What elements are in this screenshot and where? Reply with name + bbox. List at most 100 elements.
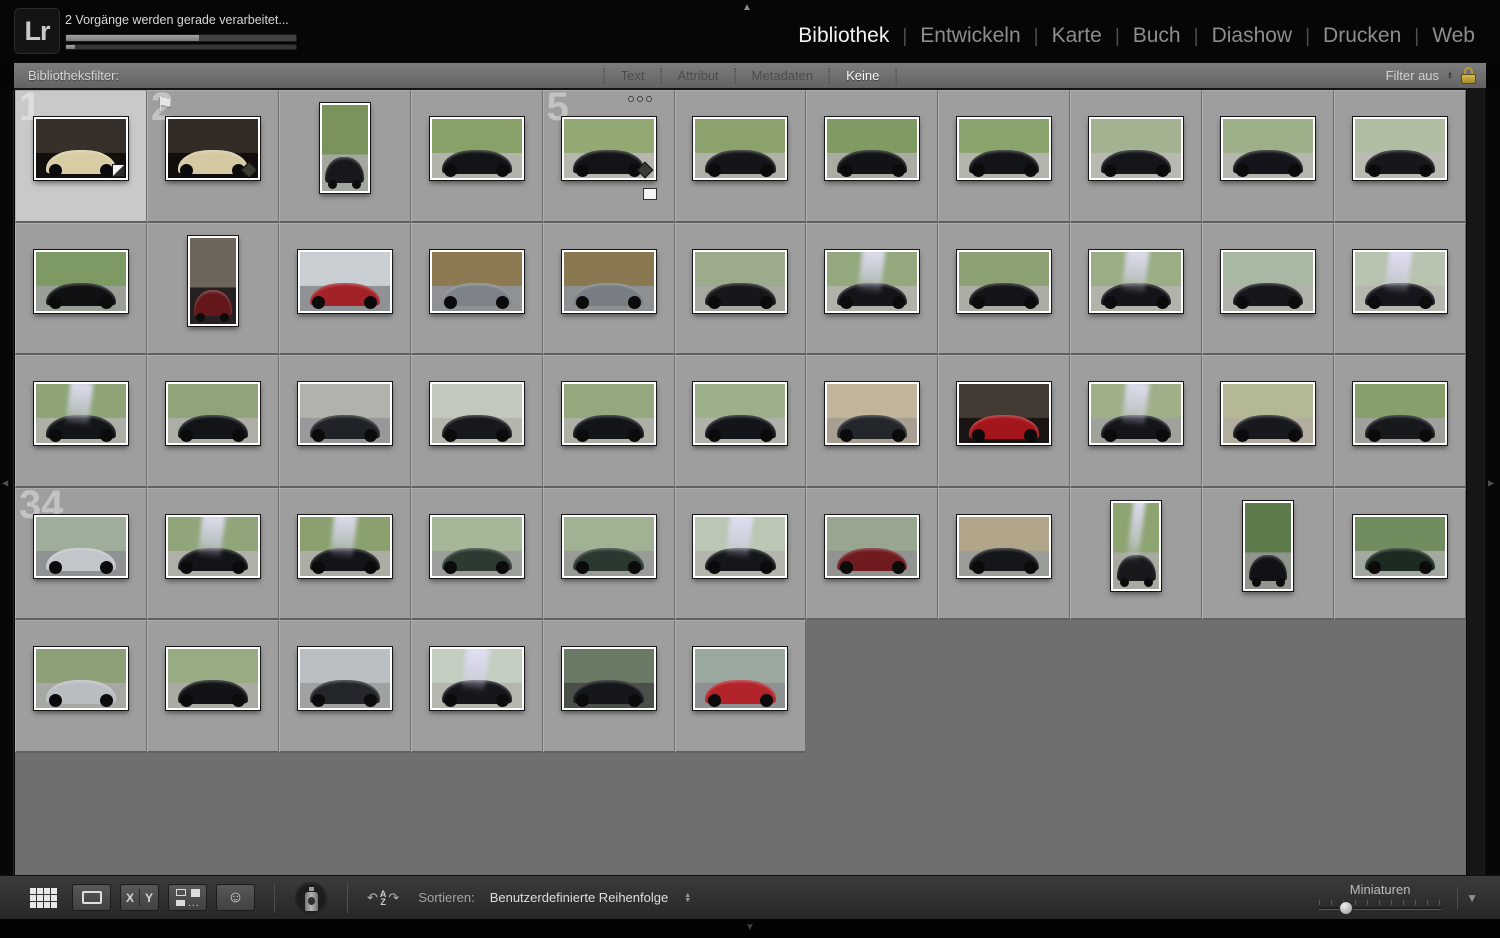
photo-cell[interactable] <box>938 355 1070 488</box>
people-view-icon: ☺ <box>227 890 243 906</box>
grid-view-button[interactable] <box>24 884 63 911</box>
module-diashow[interactable]: Diashow <box>1199 24 1306 48</box>
photo-cell[interactable] <box>938 223 1070 356</box>
photo-cell[interactable] <box>279 90 411 223</box>
photo-cell[interactable] <box>806 223 938 356</box>
photo-cell[interactable] <box>1070 90 1202 223</box>
photo-cell[interactable] <box>543 355 675 488</box>
slider-track[interactable] <box>1319 907 1441 910</box>
pick-flag-icon[interactable]: ⚑ <box>156 92 174 117</box>
toolbar-divider <box>347 883 348 913</box>
photo-cell[interactable] <box>1202 223 1334 356</box>
photo-cell[interactable] <box>938 90 1070 223</box>
grid-scrollbar-track[interactable] <box>1466 90 1484 875</box>
wheel-shape <box>100 429 113 442</box>
photo-cell[interactable]: 1 <box>15 90 147 223</box>
module-karte[interactable]: Karte <box>1039 24 1115 48</box>
photo-cell[interactable] <box>675 223 807 356</box>
photo-cell[interactable] <box>147 223 279 356</box>
survey-view-button[interactable]: ... <box>168 884 207 911</box>
photo-cell[interactable] <box>1070 223 1202 356</box>
module-entwickeln[interactable]: Entwickeln <box>907 24 1033 48</box>
collapse-top-panel-arrow-icon[interactable]: ▲ <box>742 2 752 13</box>
wheel-shape <box>892 296 905 309</box>
people-view-button[interactable]: ☺ <box>216 884 255 911</box>
photo-cell[interactable] <box>15 355 147 488</box>
wheel-shape <box>232 694 245 707</box>
photo-cell[interactable] <box>1202 488 1334 621</box>
photo-cell[interactable] <box>147 488 279 621</box>
toolbar-options-chevron-icon[interactable]: ▼ <box>1457 887 1486 909</box>
photo-image <box>322 105 368 191</box>
photo-thumbnail <box>430 382 524 445</box>
photo-cell[interactable] <box>1334 90 1466 223</box>
photo-cell[interactable] <box>1334 223 1466 356</box>
sort-direction-button[interactable]: ↶ AZ ↷ <box>367 890 399 906</box>
module-bibliothek[interactable]: Bibliothek <box>785 24 902 48</box>
photo-cell[interactable] <box>411 620 543 753</box>
filter-lock-icon[interactable] <box>1461 67 1476 84</box>
expand-right-panel-arrow-icon[interactable]: ▶ <box>1488 478 1494 487</box>
filter-preset-dropdown-arrows-icon[interactable]: ▲▼ <box>1447 72 1453 80</box>
photo-cell[interactable] <box>938 488 1070 621</box>
wheel-shape <box>1104 429 1117 442</box>
photo-cell[interactable] <box>1202 355 1334 488</box>
photo-cell[interactable] <box>806 488 938 621</box>
compare-view-button[interactable]: XY <box>120 884 159 911</box>
photo-cell[interactable] <box>1334 355 1466 488</box>
photo-cell[interactable] <box>675 620 807 753</box>
stack-dots-icon[interactable] <box>628 96 652 102</box>
filter-tab-metadaten[interactable]: Metadaten <box>736 68 829 83</box>
metadata-square-badge-icon[interactable] <box>643 188 657 200</box>
module-web[interactable]: Web <box>1419 24 1488 48</box>
slider-knob[interactable] <box>1339 901 1353 915</box>
photo-cell[interactable]: 2⚑ <box>147 90 279 223</box>
filter-tab-text[interactable]: Text <box>605 68 661 83</box>
photo-cell[interactable] <box>543 223 675 356</box>
module-drucken[interactable]: Drucken <box>1310 24 1414 48</box>
photo-cell[interactable] <box>15 620 147 753</box>
module-buch[interactable]: Buch <box>1120 24 1194 48</box>
photo-cell[interactable] <box>147 620 279 753</box>
left-panel-collapsed-strip[interactable]: ◀ <box>0 90 14 875</box>
painter-tool-button[interactable] <box>294 881 328 915</box>
photo-cell[interactable] <box>1070 488 1202 621</box>
photo-cell[interactable] <box>279 488 411 621</box>
photo-cell[interactable] <box>15 223 147 356</box>
photo-cell[interactable] <box>675 355 807 488</box>
photo-cell[interactable] <box>411 488 543 621</box>
photo-cell[interactable] <box>1334 488 1466 621</box>
right-panel-collapsed-strip[interactable]: ▶ <box>1484 90 1500 875</box>
filter-preset-dropdown[interactable]: Filter aus <box>1386 68 1439 83</box>
photo-cell[interactable] <box>279 223 411 356</box>
photo-cell[interactable] <box>279 355 411 488</box>
wheel-shape <box>312 429 325 442</box>
photo-cell[interactable] <box>806 355 938 488</box>
photo-cell[interactable] <box>1070 355 1202 488</box>
photo-cell[interactable] <box>543 488 675 621</box>
develop-adjustment-badge-icon[interactable] <box>112 164 125 177</box>
photo-cell[interactable]: 34 <box>15 488 147 621</box>
photo-image <box>300 384 390 443</box>
photo-cell[interactable] <box>1202 90 1334 223</box>
photo-cell[interactable] <box>675 488 807 621</box>
expand-bottom-panel-arrow-icon[interactable]: ▼ <box>745 922 755 933</box>
photo-cell[interactable] <box>411 90 543 223</box>
filter-tab-attribut[interactable]: Attribut <box>661 68 734 83</box>
photo-cell[interactable]: 5 <box>543 90 675 223</box>
photo-cell[interactable] <box>543 620 675 753</box>
wheel-shape <box>840 561 853 574</box>
filter-tab-keine[interactable]: Keine <box>830 68 895 83</box>
sort-dropdown-arrows-icon[interactable]: ▲▼ <box>684 893 691 903</box>
thumbnail-size-slider[interactable] <box>1319 900 1441 914</box>
photo-cell[interactable] <box>147 355 279 488</box>
sort-order-dropdown[interactable]: Benutzerdefinierte Reihenfolge <box>490 890 669 905</box>
photo-cell[interactable] <box>411 355 543 488</box>
photo-cell[interactable] <box>279 620 411 753</box>
photo-cell[interactable] <box>806 90 938 223</box>
expand-left-panel-arrow-icon[interactable]: ◀ <box>2 478 8 487</box>
loupe-view-button[interactable] <box>72 884 111 911</box>
photo-cell[interactable] <box>411 223 543 356</box>
bottom-panel-collapsed-strip[interactable]: ▼ <box>0 919 1500 938</box>
photo-cell[interactable] <box>675 90 807 223</box>
